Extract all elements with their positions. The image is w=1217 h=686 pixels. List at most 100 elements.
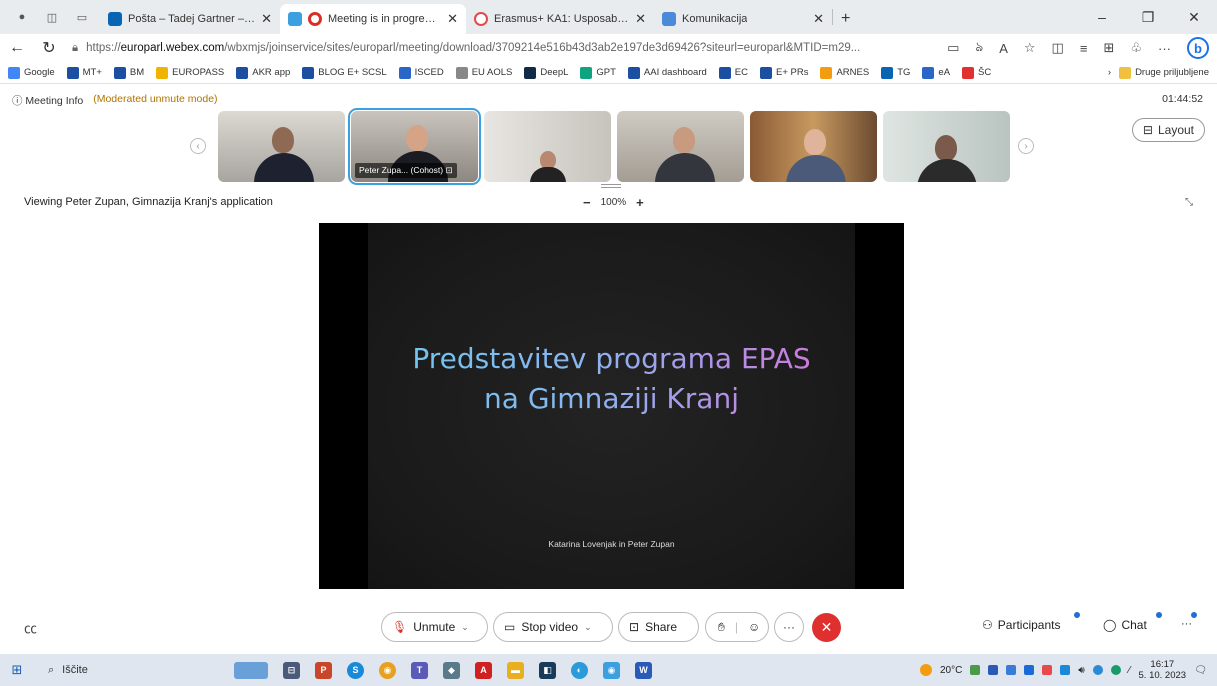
- unmute-button[interactable]: 🎙︎ Unmute ⌄: [381, 612, 488, 642]
- chat-button[interactable]: ◯ Chat: [1103, 618, 1147, 632]
- tray-app-icon[interactable]: [1006, 665, 1017, 675]
- file-explorer-icon[interactable]: ▬: [507, 661, 524, 679]
- bookmark-gpt[interactable]: GPT: [580, 66, 616, 79]
- meeting-info-link[interactable]: ⓘ Meeting Info: [12, 93, 83, 108]
- chrome-icon[interactable]: ◉: [379, 661, 396, 679]
- more-panels-button[interactable]: ···: [1181, 618, 1192, 630]
- tray-app-icon[interactable]: [1060, 665, 1071, 675]
- bookmark-blog-e-scsl[interactable]: BLOG E+ SCSL: [302, 66, 387, 79]
- word-icon[interactable]: W: [635, 661, 652, 679]
- bookmark-deepl[interactable]: DeepL: [524, 66, 568, 79]
- language-icon[interactable]: ⁄: [1129, 665, 1131, 676]
- powerpoint-icon[interactable]: P: [315, 661, 332, 679]
- bookmark-europass[interactable]: EUROPASS: [156, 66, 224, 79]
- new-tab-button[interactable]: +: [833, 4, 858, 34]
- zoom-in-button[interactable]: +: [636, 195, 644, 210]
- read-aloud-icon[interactable]: A: [999, 41, 1008, 56]
- chevron-down-icon[interactable]: ⌄: [461, 622, 469, 633]
- tab-komunikacija[interactable]: Komunikacija ✕: [654, 4, 832, 34]
- restore-icon[interactable]: ❐: [1125, 9, 1171, 26]
- bookmark-ec[interactable]: EC: [718, 66, 748, 79]
- participant-video[interactable]: [617, 111, 744, 182]
- copilot-icon[interactable]: b: [1187, 37, 1209, 59]
- volume-icon[interactable]: 🔊︎: [1078, 665, 1084, 676]
- task-view-icon[interactable]: ⊟: [283, 661, 300, 679]
- tab-outlook[interactable]: Pošta – Tadej Gartner – Outlook ✕: [100, 4, 280, 34]
- close-icon[interactable]: ✕: [261, 11, 272, 27]
- close-icon[interactable]: ✕: [447, 11, 458, 27]
- participant-video-presenter[interactable]: Peter Zupa... (Cohost) ⊡: [348, 108, 481, 185]
- split-screen-icon[interactable]: ◫: [1052, 40, 1064, 56]
- settings-more-icon[interactable]: ···: [1158, 41, 1171, 56]
- app-icon[interactable]: ◆: [443, 661, 460, 679]
- tray-app-icon[interactable]: [1042, 665, 1053, 675]
- annotate-icon[interactable]: ⤡: [1185, 197, 1193, 208]
- bookmark-tg[interactable]: TG: [881, 66, 910, 79]
- teams-icon[interactable]: T: [411, 661, 428, 679]
- onedrive-icon[interactable]: [1092, 665, 1103, 675]
- windows-start-icon[interactable]: ⊞: [0, 662, 34, 678]
- tray-app-icon[interactable]: [988, 665, 999, 675]
- layout-button[interactable]: ⊟ Layout: [1131, 118, 1205, 142]
- tab-webex-meeting[interactable]: Meeting is in progress... ✕: [280, 4, 466, 34]
- participant-video[interactable]: [750, 111, 877, 182]
- pinned-app-icon[interactable]: [234, 661, 268, 679]
- bookmark-google[interactable]: Google: [8, 66, 55, 79]
- webex-taskbar-icon[interactable]: ◉: [603, 661, 620, 679]
- profile-icon[interactable]: ●: [14, 9, 30, 25]
- close-icon[interactable]: ✕: [813, 11, 824, 27]
- tray-app-icon[interactable]: [1110, 665, 1121, 675]
- bookmark-isced[interactable]: ISCED: [398, 66, 444, 79]
- share-button[interactable]: ⊡ Share: [618, 612, 699, 642]
- bookmark-akr-app[interactable]: AKR app: [236, 66, 290, 79]
- url-field[interactable]: 🔒︎ https://europarl.webex.com/wbxmjs/joi…: [72, 36, 933, 60]
- taskbar-search[interactable]: ⌕ Iščite: [34, 664, 194, 677]
- bookmark-ea[interactable]: eA: [922, 66, 950, 79]
- resize-handle[interactable]: [601, 184, 621, 188]
- edge-icon[interactable]: ◐: [571, 661, 588, 679]
- weather-icon[interactable]: [919, 664, 932, 676]
- back-icon[interactable]: ←: [8, 39, 26, 57]
- tray-app-icon[interactable]: [970, 665, 981, 675]
- other-favorites-folder[interactable]: Druge priljubljene: [1119, 66, 1209, 79]
- leave-meeting-button[interactable]: ✕: [812, 613, 841, 642]
- bookmark-eu-aols[interactable]: EU AOLS: [455, 66, 512, 79]
- bookmark-mt-[interactable]: MT+: [66, 66, 102, 79]
- refresh-icon[interactable]: ↻: [40, 38, 58, 58]
- more-options-button[interactable]: ···: [774, 612, 804, 642]
- collections-icon[interactable]: ⊞: [1103, 40, 1114, 56]
- favorites-icon[interactable]: ≡: [1080, 41, 1088, 56]
- raise-hand-icon[interactable]: ✋︎: [718, 620, 725, 635]
- bookmark-arnes[interactable]: ARNES: [820, 66, 869, 79]
- skype-icon[interactable]: S: [347, 661, 364, 679]
- chevron-down-icon[interactable]: ⌄: [584, 622, 592, 633]
- minimize-icon[interactable]: –: [1079, 9, 1125, 25]
- lock-icon[interactable]: 🔒︎: [72, 42, 78, 55]
- app-icon[interactable]: ◧: [539, 661, 556, 679]
- zoom-out-button[interactable]: −: [583, 195, 591, 210]
- translate-icon[interactable]: ঌ: [975, 38, 983, 59]
- close-window-icon[interactable]: ✕: [1171, 9, 1217, 26]
- tray-app-icon[interactable]: [1024, 665, 1035, 675]
- thumbnails-prev-icon[interactable]: ‹: [190, 138, 206, 154]
- participant-video[interactable]: [218, 111, 345, 182]
- participant-video[interactable]: [883, 111, 1010, 182]
- bookmark-šc[interactable]: ŠC: [962, 66, 991, 79]
- captions-icon[interactable]: ㏄: [24, 618, 37, 637]
- notifications-icon[interactable]: 🗨︎: [1194, 665, 1207, 676]
- tab-erasmus[interactable]: Erasmus+ KA1: Usposabljanje v t ✕: [466, 4, 654, 34]
- thumbnails-next-icon[interactable]: ›: [1018, 138, 1034, 154]
- favorite-star-icon[interactable]: ☆: [1024, 40, 1036, 56]
- stop-video-button[interactable]: ▭ Stop video ⌄: [493, 612, 613, 642]
- participants-button[interactable]: ⚇ Participants: [982, 618, 1060, 632]
- bookmark-e-prs[interactable]: E+ PRs: [759, 66, 808, 79]
- extensions-icon[interactable]: ♧: [1130, 40, 1142, 56]
- bookmark-aai-dashboard[interactable]: AAI dashboard: [627, 66, 707, 79]
- chevron-right-icon[interactable]: ›: [1108, 67, 1111, 78]
- tab-actions-icon[interactable]: ▭: [74, 9, 90, 25]
- app-available-icon[interactable]: ▭: [947, 40, 959, 56]
- bookmark-bm[interactable]: BM: [113, 66, 144, 79]
- participant-video[interactable]: [484, 111, 611, 182]
- workspaces-icon[interactable]: ◫: [44, 9, 60, 25]
- reactions-icon[interactable]: ☺: [748, 620, 760, 634]
